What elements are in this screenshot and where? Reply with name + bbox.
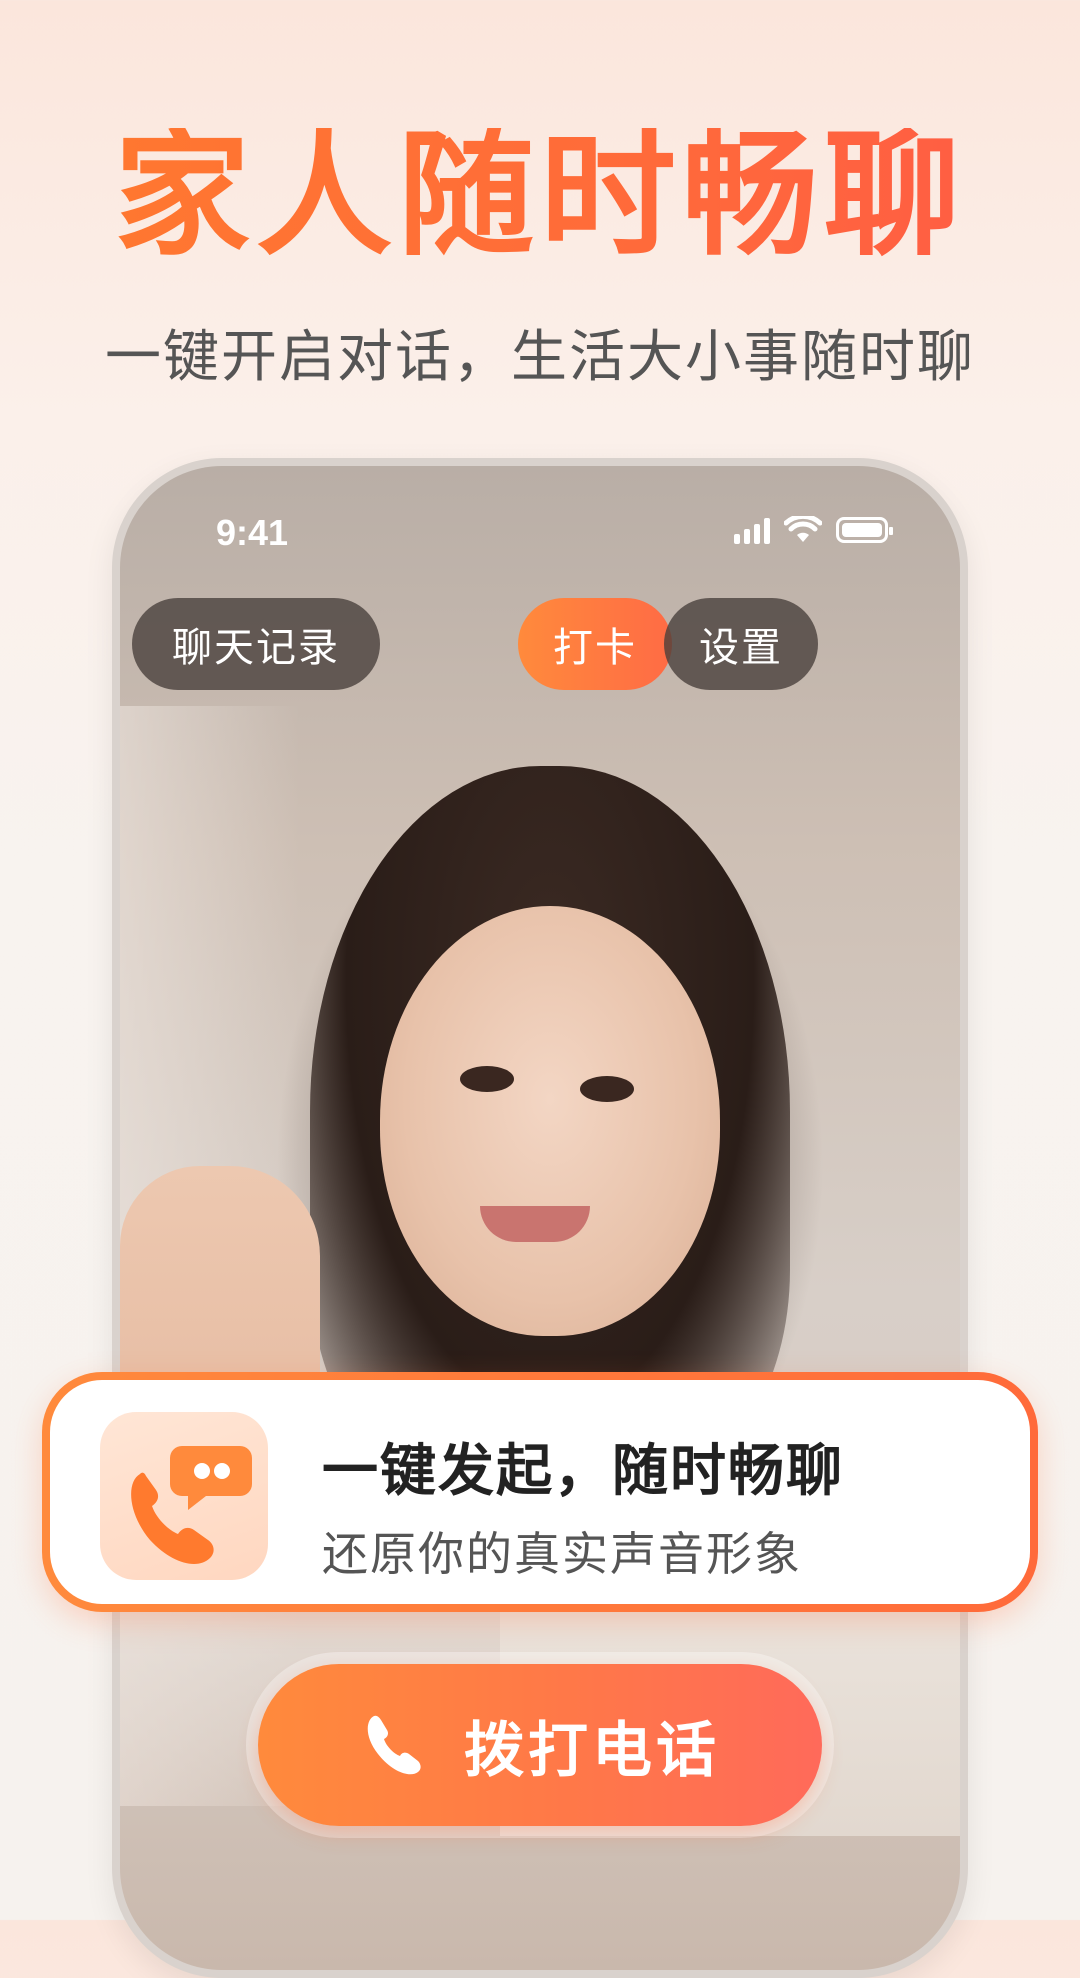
phone-handset-icon bbox=[367, 1715, 421, 1775]
promo-subheadline: 一键开启对话，生活大小事随时聊 bbox=[105, 325, 975, 390]
checkin-button[interactable]: 打卡 bbox=[518, 598, 672, 690]
call-button-halo: 拨打电话 bbox=[246, 1652, 834, 1838]
feature-card-subtitle: 还原你的真实声音形象 bbox=[322, 1527, 802, 1581]
wifi-icon bbox=[784, 516, 822, 542]
promo-headline: 家人随时畅聊 bbox=[0, 128, 1080, 264]
feature-card-title: 一键发起，随时畅聊 bbox=[322, 1439, 844, 1504]
status-bar: 9:41 bbox=[120, 466, 960, 586]
dial-call-label: 拨打电话 bbox=[464, 1715, 720, 1786]
status-time: 9:41 bbox=[216, 512, 289, 553]
dial-call-button[interactable]: 拨打电话 bbox=[258, 1664, 822, 1826]
settings-button[interactable]: 设置 bbox=[664, 598, 818, 690]
status-icons bbox=[734, 516, 893, 544]
cellular-signal-icon bbox=[734, 516, 770, 544]
chat-history-button[interactable]: 聊天记录 bbox=[132, 598, 380, 690]
battery-icon bbox=[836, 517, 893, 543]
phone-chat-app-icon bbox=[100, 1412, 268, 1580]
feature-card: 一键发起，随时畅聊 还原你的真实声音形象 bbox=[42, 1372, 1038, 1612]
